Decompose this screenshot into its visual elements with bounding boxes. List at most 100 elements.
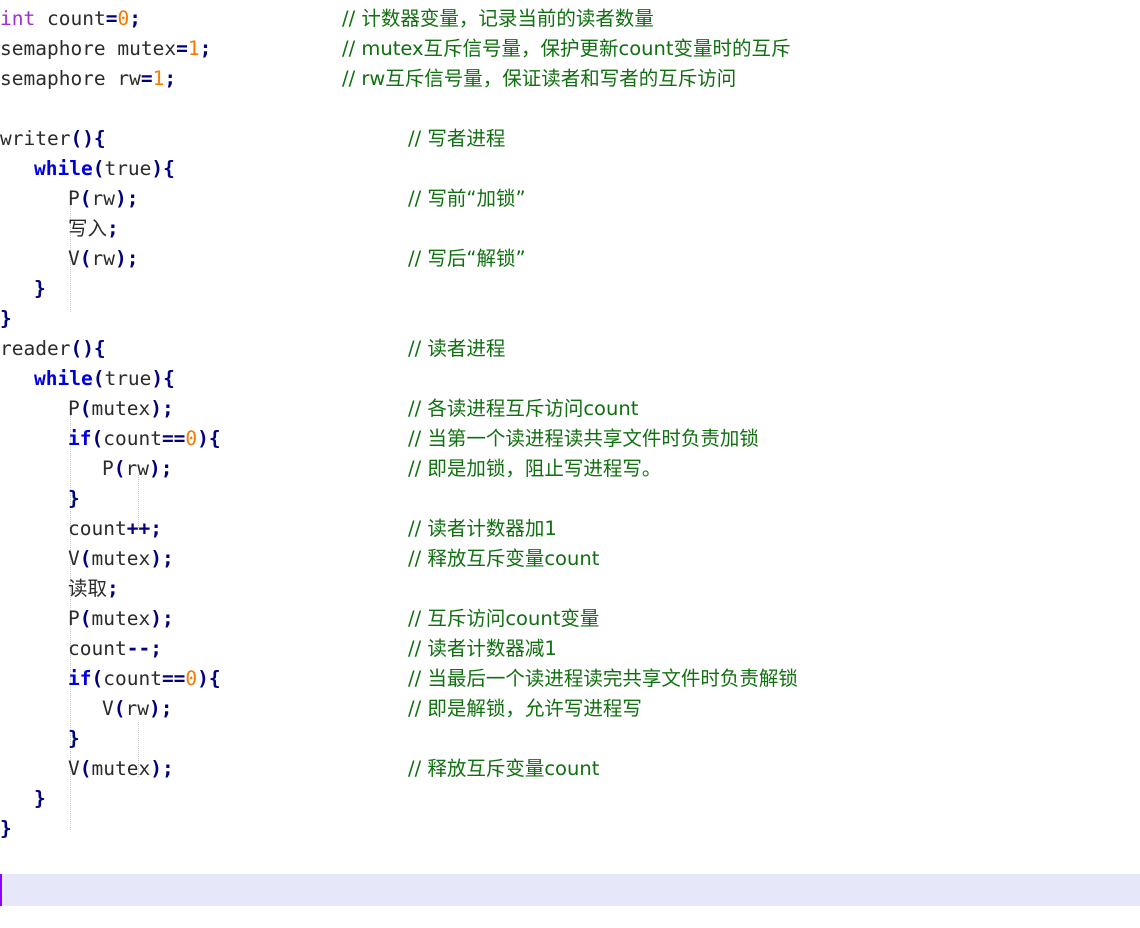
- code-line[interactable]: }: [0, 274, 1140, 304]
- token-type: int: [0, 7, 36, 30]
- code-comment: // 读者计数器加1: [408, 517, 557, 540]
- code-tokens: int count=0;: [0, 4, 141, 34]
- code-tokens: V(mutex);: [68, 754, 174, 784]
- code-line[interactable]: [0, 844, 1140, 874]
- code-comment: // 即是解锁，允许写进程写: [408, 697, 642, 720]
- code-comment: // 计数器变量，记录当前的读者数量: [342, 7, 654, 30]
- code-line[interactable]: }: [0, 304, 1140, 334]
- code-line[interactable]: [0, 874, 1140, 906]
- code-comment: // 即是加锁，阻止写进程写。: [408, 457, 662, 480]
- code-line[interactable]: V(mutex); // 释放互斥变量count: [0, 754, 1140, 784]
- token-punc: ;: [107, 577, 119, 600]
- token-punc: ;: [199, 37, 212, 60]
- code-tokens: }: [34, 784, 46, 814]
- token-num: 0: [185, 667, 198, 690]
- token-plain: rw: [91, 187, 115, 210]
- token-punc: (: [79, 757, 92, 780]
- code-line[interactable]: writer(){ // 写者进程: [0, 124, 1140, 154]
- code-line[interactable]: P(rw); // 即是加锁，阻止写进程写。: [0, 454, 1140, 484]
- code-tokens: while(true){: [34, 154, 175, 184]
- code-comment: // 写者进程: [408, 127, 506, 150]
- code-line[interactable]: P(rw); // 写前“加锁”: [0, 184, 1140, 214]
- token-kw: if: [68, 427, 92, 450]
- token-plain: count: [103, 427, 162, 450]
- token-op: ==: [161, 667, 186, 690]
- code-line[interactable]: if(count==0){// 当最后一个读进程读完共享文件时负责解锁: [0, 664, 1140, 694]
- code-tokens: }: [34, 274, 46, 304]
- code-line[interactable]: P(mutex); // 各读进程互斥访问count: [0, 394, 1140, 424]
- token-punc: }: [68, 487, 80, 510]
- token-punc: (: [113, 697, 126, 720]
- code-line[interactable]: count--; // 读者计数器减1: [0, 634, 1140, 664]
- code-tokens: reader(){: [0, 334, 106, 364]
- code-line[interactable]: semaphore rw=1; // rw互斥信号量，保证读者和写者的互斥访问: [0, 64, 1140, 94]
- code-line[interactable]: count++; // 读者计数器加1: [0, 514, 1140, 544]
- token-op: =: [140, 67, 153, 90]
- token-punc: }: [0, 307, 12, 330]
- code-line[interactable]: reader(){// 读者进程: [0, 334, 1140, 364]
- token-punc: );: [150, 607, 174, 630]
- code-line[interactable]: while(true){: [0, 154, 1140, 184]
- code-line[interactable]: V(rw); // 即是解锁，允许写进程写: [0, 694, 1140, 724]
- token-kw: while: [34, 367, 93, 390]
- token-punc: );: [150, 397, 174, 420]
- code-line[interactable]: semaphore mutex=1; // mutex互斥信号量，保护更新coun…: [0, 34, 1140, 64]
- code-comment: // 当最后一个读进程读完共享文件时负责解锁: [408, 667, 798, 690]
- token-punc: ){: [197, 427, 221, 450]
- code-line[interactable]: 读取;: [0, 574, 1140, 604]
- token-op: =: [105, 7, 118, 30]
- code-comment: // rw互斥信号量，保证读者和写者的互斥访问: [342, 67, 737, 90]
- code-line[interactable]: int count=0; // 计数器变量，记录当前的读者数量: [0, 4, 1140, 34]
- token-plain: rw: [91, 247, 115, 270]
- token-punc: );: [150, 547, 174, 570]
- code-tokens: P(mutex);: [68, 394, 174, 424]
- code-comment: // 释放互斥变量count: [408, 757, 600, 780]
- token-punc: ){: [197, 667, 221, 690]
- code-content[interactable]: int count=0;// 计数器变量，记录当前的读者数量 semaphore …: [0, 0, 1140, 906]
- code-line[interactable]: }: [0, 724, 1140, 754]
- code-editor[interactable]: int count=0;// 计数器变量，记录当前的读者数量 semaphore …: [0, 0, 1140, 928]
- token-punc: (: [79, 187, 92, 210]
- token-punc: (: [79, 607, 92, 630]
- token-plain: true: [104, 367, 152, 390]
- text-caret: [0, 874, 2, 906]
- token-punc: ;: [150, 517, 162, 540]
- code-comment: // 各读进程互斥访问count: [408, 397, 639, 420]
- token-op: --: [126, 637, 151, 660]
- token-cjk: 读取: [68, 577, 108, 600]
- token-punc: (: [79, 247, 92, 270]
- code-line[interactable]: 写入;: [0, 214, 1140, 244]
- code-line[interactable]: if(count==0){// 当第一个读进程读共享文件时负责加锁: [0, 424, 1140, 454]
- code-line[interactable]: while(true){: [0, 364, 1140, 394]
- code-line[interactable]: }: [0, 814, 1140, 844]
- code-tokens: V(mutex);: [68, 544, 174, 574]
- code-tokens: P(mutex);: [68, 604, 174, 634]
- token-punc: (: [91, 427, 104, 450]
- token-punc: }: [34, 787, 46, 810]
- code-comment: // 写后“解锁”: [408, 247, 526, 270]
- code-tokens: 写入;: [68, 214, 119, 244]
- code-line[interactable]: [0, 94, 1140, 124]
- token-punc: (: [92, 157, 105, 180]
- token-plain: V: [68, 757, 80, 780]
- token-id: reader: [0, 337, 71, 360]
- code-line[interactable]: P(mutex); // 互斥访问count变量: [0, 604, 1140, 634]
- token-id: count: [46, 7, 106, 30]
- token-plain: P: [102, 457, 114, 480]
- token-punc: (: [91, 667, 104, 690]
- code-line[interactable]: V(rw); // 写后“解锁”: [0, 244, 1140, 274]
- token-plain: mutex: [91, 757, 151, 780]
- token-id: writer: [0, 127, 71, 150]
- code-comment: // 互斥访问count变量: [408, 607, 600, 630]
- token-punc: ;: [107, 217, 119, 240]
- token-plain: P: [68, 397, 80, 420]
- token-plain: count: [68, 517, 127, 540]
- code-tokens: writer(){: [0, 124, 106, 154]
- code-tokens: V(rw);: [68, 244, 138, 274]
- code-line[interactable]: V(mutex); // 释放互斥变量count: [0, 544, 1140, 574]
- code-line[interactable]: }: [0, 784, 1140, 814]
- token-plain: count: [68, 637, 127, 660]
- code-line[interactable]: }: [0, 484, 1140, 514]
- code-comment: // mutex互斥信号量，保护更新count变量时的互斥: [342, 37, 791, 60]
